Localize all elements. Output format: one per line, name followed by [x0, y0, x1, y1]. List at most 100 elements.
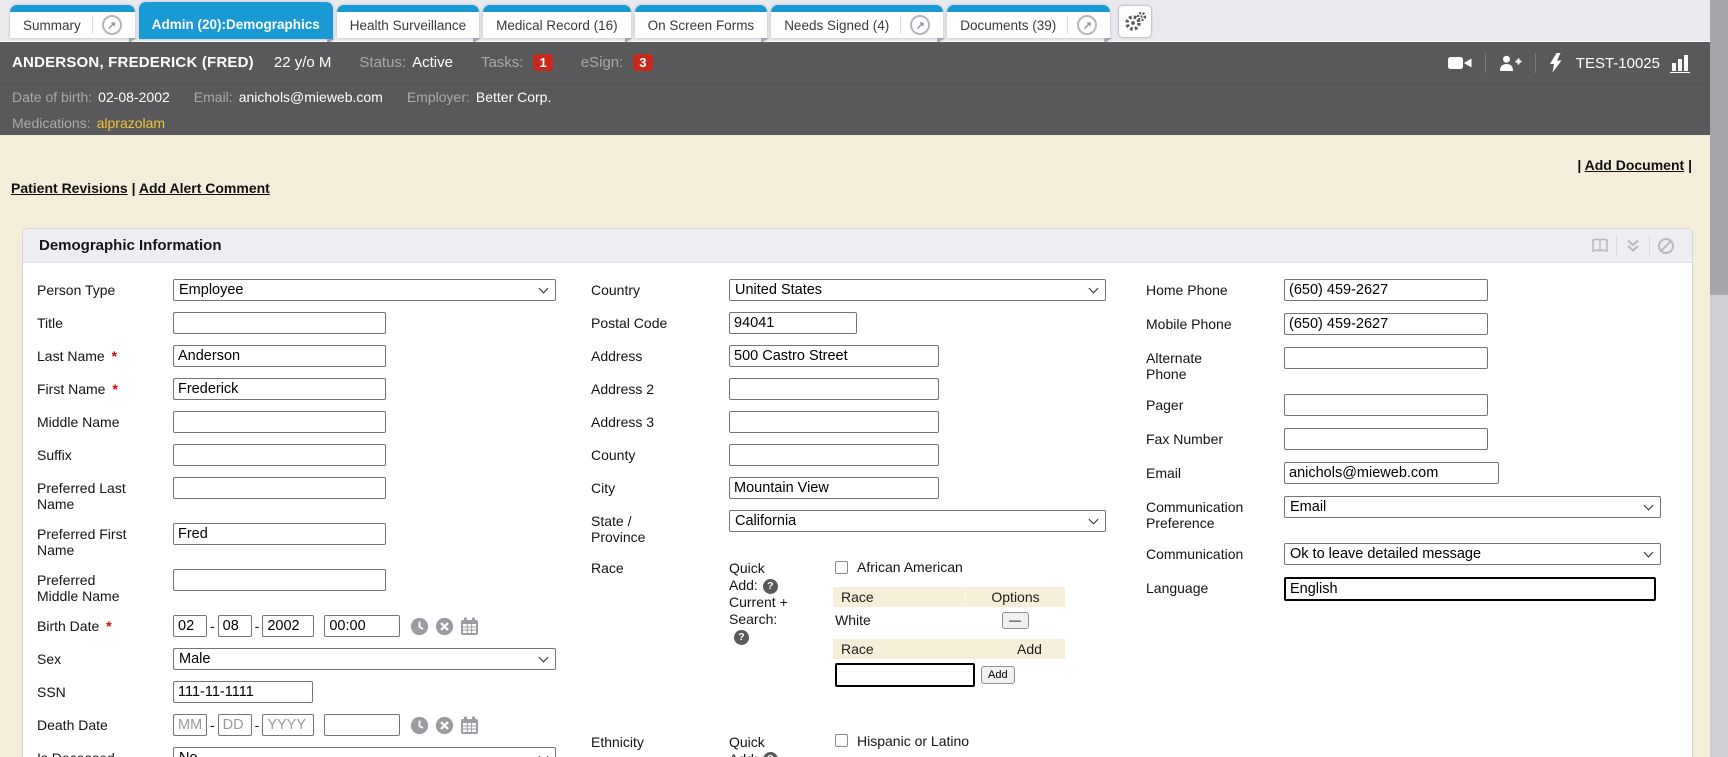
- address-3-field: [729, 411, 939, 433]
- patient-header-actions: TEST-10025: [1447, 42, 1694, 84]
- pager-input[interactable]: [1284, 394, 1488, 416]
- esign-badge[interactable]: 3: [633, 54, 652, 71]
- mobile-phone-input[interactable]: [1284, 313, 1488, 335]
- open-external-icon[interactable]: ↗: [910, 15, 930, 35]
- communication-preference-select[interactable]: Email: [1284, 496, 1661, 518]
- open-external-icon[interactable]: ↗: [102, 15, 122, 35]
- race-add-button[interactable]: Add: [981, 666, 1015, 684]
- add-person-icon[interactable]: [1498, 54, 1523, 73]
- disable-slash-circle-icon[interactable]: [1650, 237, 1682, 255]
- language-input[interactable]: [1284, 577, 1656, 601]
- tab-health-surveillance[interactable]: Health Surveillance: [337, 5, 479, 38]
- bar-chart-icon[interactable]: [1670, 53, 1694, 73]
- birth-date-month-input[interactable]: [173, 615, 207, 637]
- address-3-input[interactable]: [729, 411, 939, 433]
- calendar-icon[interactable]: [460, 716, 479, 735]
- lightning-icon[interactable]: [1548, 53, 1562, 73]
- address-3-label: Address 3: [591, 411, 729, 430]
- clear-icon[interactable]: [435, 617, 454, 636]
- death-date-month-input[interactable]: [173, 714, 207, 736]
- field-row-alternate-phone: AlternatePhone: [1146, 347, 1692, 382]
- ethnicity-quick-option: Hispanic or Latino: [835, 733, 1073, 749]
- book-icon[interactable]: [1584, 238, 1616, 254]
- add-alert-comment-link[interactable]: Add Alert Comment: [139, 180, 270, 196]
- column-contact: Home PhoneMobile PhoneAlternatePhonePage…: [1146, 279, 1692, 613]
- postal-code-label: Postal Code: [591, 312, 729, 331]
- tab-medical-record-16[interactable]: Medical Record (16): [483, 5, 631, 38]
- death-date-year-input[interactable]: [262, 714, 314, 736]
- middle-name-input[interactable]: [173, 411, 386, 433]
- county-input[interactable]: [729, 444, 939, 466]
- remove-race-button[interactable]: —: [1002, 612, 1029, 629]
- settings-gear-button[interactable]: [1118, 5, 1152, 38]
- help-icon[interactable]: ?: [763, 752, 778, 757]
- suffix-input[interactable]: [173, 444, 386, 466]
- calendar-icon[interactable]: [460, 617, 479, 636]
- tab-documents-39[interactable]: Documents (39)↗: [947, 5, 1110, 38]
- city-input[interactable]: [729, 477, 939, 499]
- tab-on-screen-forms[interactable]: On Screen Forms: [635, 5, 768, 38]
- clock-icon[interactable]: [410, 617, 429, 636]
- add-document-link[interactable]: Add Document: [1585, 157, 1685, 173]
- address-field: [729, 345, 939, 367]
- add-column-header: Add: [1017, 641, 1065, 657]
- address-2-field: [729, 378, 939, 400]
- birth-date-day-input[interactable]: [218, 615, 252, 637]
- birth-date-time-input[interactable]: [324, 615, 400, 637]
- medication-link[interactable]: alprazolam: [97, 115, 165, 131]
- last-name-input[interactable]: [173, 345, 386, 367]
- person-type-select[interactable]: Employee: [173, 279, 556, 301]
- tab-needs-signed-4[interactable]: Needs Signed (4)↗: [771, 5, 943, 38]
- state-province-select[interactable]: California: [729, 510, 1106, 532]
- communication-select[interactable]: Ok to leave detailed message: [1284, 543, 1661, 565]
- preferred-middle-name-input[interactable]: [173, 569, 386, 591]
- patient-header-row-3: Medications: alprazolam: [0, 110, 1710, 135]
- home-phone-input[interactable]: [1284, 279, 1488, 301]
- language-label: Language: [1146, 577, 1284, 596]
- death-date-time-input[interactable]: [324, 714, 400, 736]
- postal-code-input[interactable]: [729, 312, 857, 334]
- race-current-table: Race Options White —: [833, 587, 1065, 629]
- address-label: Address: [591, 345, 729, 364]
- tasks-badge[interactable]: 1: [533, 54, 552, 71]
- hispanic-or-latino-checkbox[interactable]: [835, 734, 848, 747]
- fax-number-field: [1284, 428, 1488, 450]
- fax-number-input[interactable]: [1284, 428, 1488, 450]
- ssn-input[interactable]: [173, 681, 313, 703]
- patient-revisions-link[interactable]: Patient Revisions: [11, 180, 128, 196]
- middle-name-field: [173, 411, 386, 433]
- title-input[interactable]: [173, 312, 386, 334]
- email-input[interactable]: [1284, 462, 1499, 484]
- african-american-checkbox[interactable]: [835, 561, 848, 574]
- webchart-demographics-page: Summary↗Admin (20):DemographicsHealth Su…: [0, 0, 1728, 757]
- communication-label: Communication: [1146, 543, 1284, 562]
- alternate-phone-label: AlternatePhone: [1146, 347, 1284, 382]
- race-add-input[interactable]: [835, 663, 975, 687]
- is-deceased-select[interactable]: No: [173, 747, 556, 757]
- vertical-scrollbar-thumb[interactable]: [1710, 0, 1728, 295]
- preferred-first-name-input[interactable]: [173, 523, 386, 545]
- clock-icon[interactable]: [410, 716, 429, 735]
- sex-select[interactable]: Male: [173, 648, 556, 670]
- address-2-input[interactable]: [729, 378, 939, 400]
- video-camera-icon[interactable]: [1447, 54, 1473, 72]
- clear-icon[interactable]: [435, 716, 454, 735]
- preferred-last-name-input[interactable]: [173, 477, 386, 499]
- alternate-phone-input[interactable]: [1284, 347, 1488, 369]
- help-icon[interactable]: ?: [734, 630, 749, 645]
- pager-label: Pager: [1146, 394, 1284, 413]
- open-external-icon[interactable]: ↗: [1077, 15, 1097, 35]
- first-name-input[interactable]: [173, 378, 386, 400]
- help-icon[interactable]: ?: [763, 579, 778, 594]
- country-select[interactable]: United States: [729, 279, 1106, 301]
- preferred-first-name-field: [173, 523, 386, 545]
- birth-date-year-input[interactable]: [262, 615, 314, 637]
- field-row-state-province: State /ProvinceCalifornia: [591, 510, 1141, 545]
- death-date-day-input[interactable]: [218, 714, 252, 736]
- tab-summary[interactable]: Summary↗: [10, 5, 135, 38]
- address-input[interactable]: [729, 345, 939, 367]
- date-separator: -: [210, 618, 215, 634]
- tab-admin-20-demographics[interactable]: Admin (20):Demographics: [139, 2, 333, 39]
- vertical-scrollbar-track[interactable]: [1710, 0, 1728, 757]
- collapse-double-chevron-icon[interactable]: [1617, 239, 1649, 253]
